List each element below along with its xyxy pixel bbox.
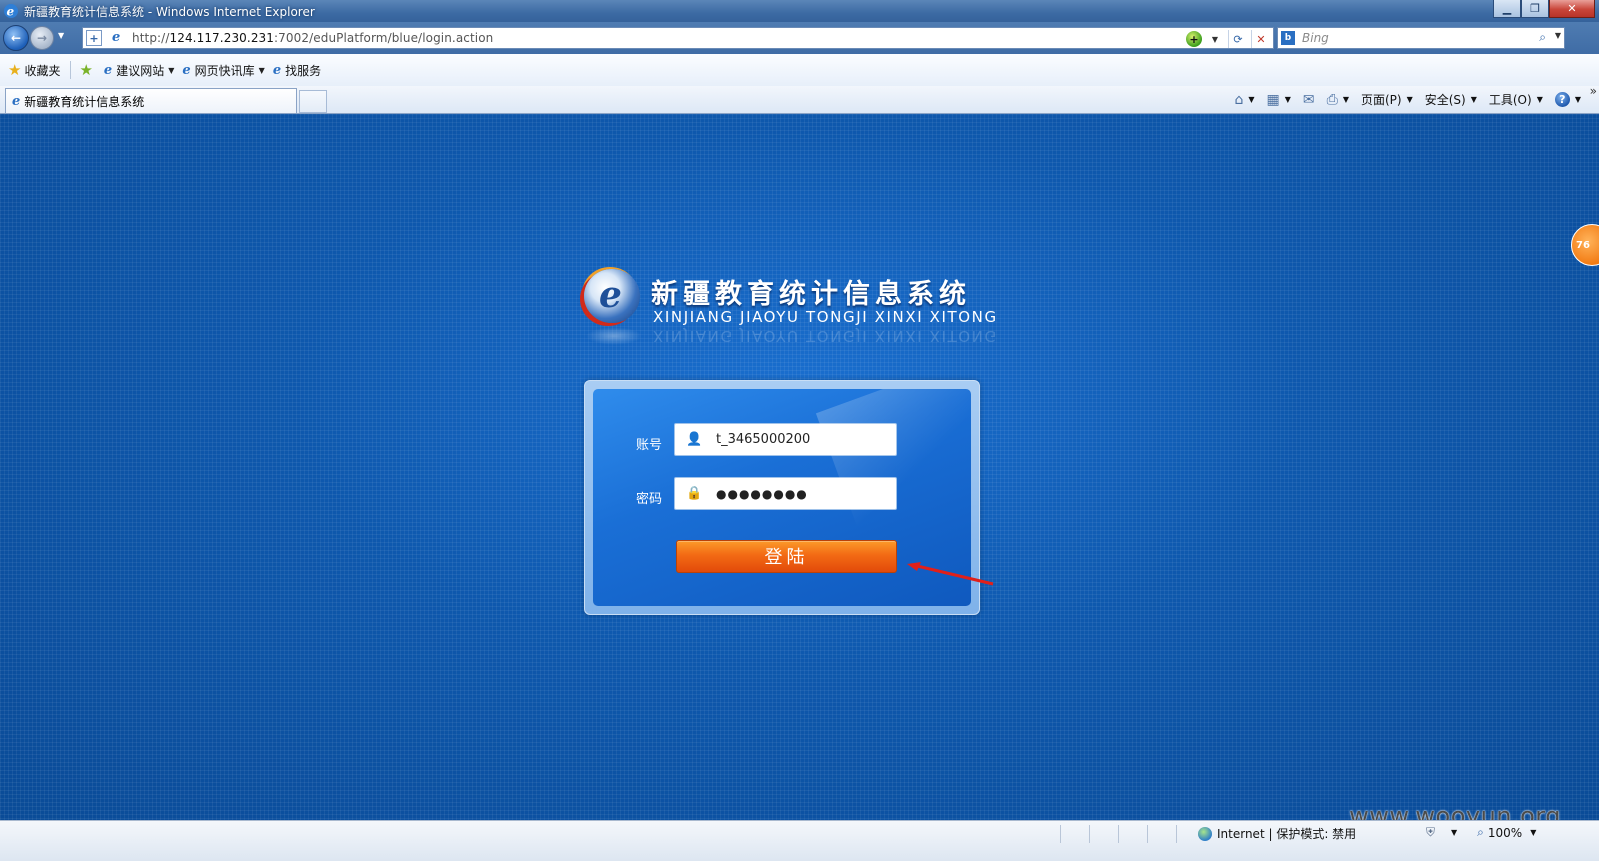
chevron-down-icon: ▼	[1536, 95, 1543, 104]
protected-mode-icon: ⛨	[1426, 825, 1436, 839]
favorites-item-web-slice-gallery[interactable]: e 网页快讯库 ▼	[182, 62, 264, 79]
zoom-icon: ⌕	[1477, 825, 1484, 839]
ie-page-icon: e	[103, 62, 113, 78]
stop-button[interactable]: ✕	[1251, 30, 1270, 48]
chevron-down-icon: ▼	[168, 65, 175, 75]
ie-logo-icon: e	[4, 4, 18, 19]
page-content: e 新疆教育统计信息系统 XINJIANG JIAOYU TONGJI XINX…	[0, 114, 1599, 830]
favorites-button[interactable]: ★ 收藏夹	[8, 61, 60, 79]
new-tab-button[interactable]	[299, 90, 327, 113]
rss-feed-icon: ▦	[1266, 91, 1280, 108]
window-title-bar: e 新疆教育统计信息系统 - Windows Internet Explorer…	[0, 0, 1599, 22]
favorites-item-find-service[interactable]: e 找服务	[273, 62, 321, 79]
password-input[interactable]	[714, 485, 888, 502]
zoom-control[interactable]: ⛨ ▼ ⌕ 100% ▼	[1426, 825, 1536, 840]
tools-menu[interactable]: 工具(O) ▼	[1489, 91, 1543, 108]
account-label: 账号	[636, 438, 663, 453]
security-zone-text: Internet | 保护模式: 禁用	[1217, 827, 1357, 841]
add-to-favorites-bar-button[interactable]: ★	[79, 61, 95, 79]
window-title: 新疆教育统计信息系统 - Windows Internet Explorer	[24, 4, 315, 19]
login-button[interactable]: 登陆	[676, 540, 897, 573]
address-dropdown[interactable]: ▼	[1206, 30, 1224, 48]
edu-emblem-icon: e	[584, 269, 640, 323]
back-button[interactable]: ←	[3, 25, 29, 51]
globe-icon	[1198, 826, 1212, 841]
ie-page-icon: e	[272, 62, 282, 78]
help-icon: ?	[1554, 92, 1570, 107]
page-ie-icon: e	[112, 30, 121, 45]
tab-login-page[interactable]: e 新疆教育统计信息系统	[5, 88, 297, 113]
forward-arrow-icon: →	[36, 31, 48, 45]
side-float-badge[interactable]: 76	[1571, 224, 1599, 266]
forward-button[interactable]: →	[30, 26, 54, 50]
password-field[interactable]: 🔒	[674, 477, 897, 510]
add-favorite-star-icon: ★	[79, 61, 93, 79]
favorites-item-suggested-sites[interactable]: e 建议网站 ▼	[104, 62, 174, 79]
zoom-level: 100%	[1487, 825, 1523, 840]
search-box[interactable]: b Bing ⌕ ▼	[1277, 27, 1565, 49]
home-icon: ⌂	[1234, 91, 1244, 108]
minimize-button[interactable]: ▁	[1493, 0, 1521, 18]
compatibility-view-icon[interactable]: +	[1186, 31, 1202, 47]
safety-menu[interactable]: 安全(S) ▼	[1425, 91, 1477, 108]
add-favorite-icon[interactable]: +	[86, 30, 102, 46]
search-placeholder[interactable]: Bing	[1302, 31, 1329, 45]
read-mail-button[interactable]: ✉	[1303, 92, 1315, 108]
toolbar-overflow-icon[interactable]: »	[1590, 84, 1597, 98]
emblem-reflection	[586, 327, 642, 345]
chevron-down-icon: ▼	[1406, 95, 1413, 104]
annotation-arrow-icon	[907, 562, 994, 586]
home-button[interactable]: ⌂ ▼	[1234, 92, 1254, 108]
system-title-cn: 新疆教育统计信息系统	[651, 279, 971, 310]
bing-icon: b	[1281, 31, 1295, 45]
status-cells	[1060, 825, 1205, 843]
favorites-separator	[70, 61, 72, 79]
search-icon[interactable]: ⌕	[1539, 30, 1546, 45]
chevron-down-icon: ▼	[1342, 95, 1349, 104]
address-bar[interactable]: + e http://124.117.230.231:7002/eduPlatf…	[82, 27, 1274, 49]
feeds-button[interactable]: ▦ ▼	[1266, 92, 1290, 108]
back-arrow-icon: ←	[10, 31, 22, 45]
chevron-down-icon: ▼	[258, 65, 265, 75]
print-button[interactable]: ⎙ ▼	[1327, 92, 1349, 108]
security-zone[interactable]: Internet | 保护模式: 禁用	[1198, 825, 1356, 842]
svg-text:e: e	[7, 5, 15, 19]
command-bar: ⌂ ▼ ▦ ▼ ✉ ⎙ ▼ 页面(P) ▼ 安全(S) ▼ 工具(O) ▼ ? ▼	[1222, 89, 1595, 110]
restore-button[interactable]: ❐	[1521, 0, 1549, 18]
chevron-down-icon: ▼	[1530, 828, 1537, 837]
ie-page-icon: e	[12, 93, 21, 109]
address-row: ← → ▼ + e http://124.117.230.231:7002/ed…	[0, 22, 1599, 54]
favorites-bar: ★ 收藏夹 ★ e 建议网站 ▼ e 网页快讯库 ▼ e 找服务	[0, 54, 1599, 87]
chevron-down-icon: ▼	[1284, 95, 1291, 104]
chevron-down-icon: ▼	[1574, 95, 1581, 104]
user-icon: 👤	[686, 432, 703, 447]
chevron-down-icon: ▼	[1470, 95, 1477, 104]
account-field[interactable]: 👤	[674, 423, 897, 456]
tab-label: 新疆教育统计信息系统	[24, 94, 145, 109]
lock-icon: 🔒	[686, 486, 703, 501]
system-logo: e 新疆教育统计信息系统 XINJIANG JIAOYU TONGJI XINX…	[584, 269, 1004, 359]
ie-page-icon: e	[182, 62, 191, 78]
address-url[interactable]: http://124.117.230.231:7002/eduPlatform/…	[132, 31, 493, 45]
account-input[interactable]	[714, 431, 888, 448]
status-bar: Internet | 保护模式: 禁用 ⛨ ▼ ⌕ 100% ▼	[0, 820, 1599, 861]
page-menu[interactable]: 页面(P) ▼	[1361, 91, 1413, 108]
recent-pages-dropdown[interactable]: ▼	[58, 31, 64, 40]
system-title-en: XINJIANG JIAOYU TONGJI XINXI XITONG	[653, 308, 998, 326]
tab-row: e 新疆教育统计信息系统 ⌂ ▼ ▦ ▼ ✉ ⎙ ▼ 页面(P) ▼ 安全(S) ▼ 工具…	[0, 84, 1599, 114]
help-menu[interactable]: ? ▼	[1554, 92, 1581, 107]
chevron-down-icon: ▼	[1451, 828, 1458, 837]
mail-icon: ✉	[1302, 91, 1315, 108]
password-label: 密码	[636, 492, 663, 507]
search-options-dropdown[interactable]: ▼	[1555, 31, 1561, 40]
favorites-star-icon: ★	[8, 61, 22, 79]
refresh-button[interactable]: ⟳	[1228, 30, 1247, 48]
chevron-down-icon: ▼	[1248, 95, 1255, 104]
printer-icon: ⎙	[1326, 91, 1338, 108]
close-window-button[interactable]: ✕	[1549, 0, 1595, 18]
system-title-reflection: XINJIANG JIAOYU TONGJI XINXI XITONG	[653, 327, 998, 345]
